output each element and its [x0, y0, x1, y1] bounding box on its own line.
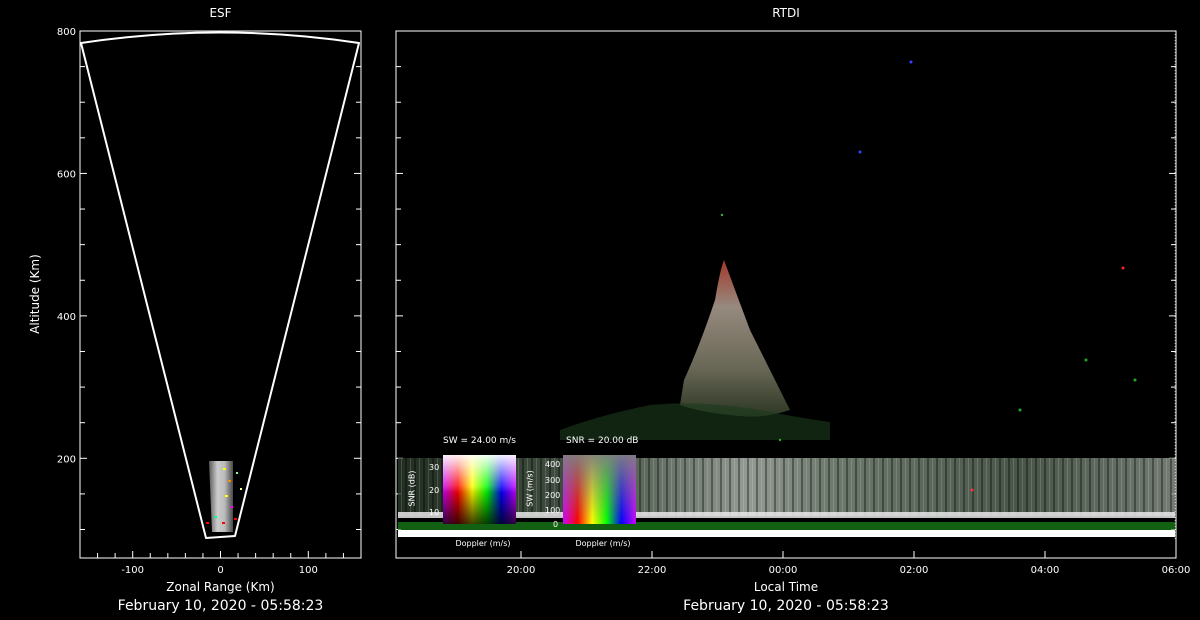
legend-snr-x-label: Doppler (m/s) — [575, 539, 631, 548]
legend-sw: SW = 24.00 m/s 30 20 10 SNR (dB) Doppler… — [405, 436, 520, 551]
rtdi-x-tick-label: 20:00 — [507, 565, 536, 576]
legend-snr-y-label: SW (m/s) — [525, 470, 535, 507]
legend-snr: SNR = 20.00 dB 400 300 200 100 0 SW (m/s… — [525, 436, 640, 551]
legend-snr-swatch — [563, 455, 636, 524]
rtdi-x-tick-label: 02:00 — [900, 565, 929, 576]
legend-snr-title: SNR = 20.00 dB — [566, 436, 639, 446]
legend-sw-y-label: SNR (dB) — [407, 470, 417, 507]
legend-sw-title: SW = 24.00 m/s — [443, 436, 516, 446]
rtdi-x-tick-label: 00:00 — [769, 565, 798, 576]
legend-sw-ytick-0: 30 — [429, 463, 440, 472]
legend-sw-ytick-2: 10 — [429, 508, 440, 517]
legend-snr-ytick-1: 300 — [545, 476, 561, 485]
rtdi-plume — [680, 260, 790, 417]
legend-snr-ytick-0: 400 — [545, 460, 561, 469]
rtdi-date: February 10, 2020 - 05:58:23 — [683, 598, 889, 614]
legend-sw-swatch-dark — [443, 455, 516, 524]
rtdi-x-tick-label: 22:00 — [638, 565, 667, 576]
rtdi-x-label: Local Time — [753, 580, 819, 594]
rtdi-x-tick-label: 04:00 — [1031, 565, 1060, 576]
legend-snr-ytick-3: 100 — [545, 506, 561, 515]
legend-snr-ytick-2: 200 — [545, 491, 561, 500]
legend-sw-x-label: Doppler (m/s) — [455, 539, 511, 548]
rtdi-x-tick-label: 06:00 — [1162, 565, 1191, 576]
legend-sw-ytick-1: 20 — [429, 486, 440, 495]
rtdi-plume-base — [560, 403, 830, 440]
legend-snr-ytick-4: 0 — [553, 520, 559, 529]
